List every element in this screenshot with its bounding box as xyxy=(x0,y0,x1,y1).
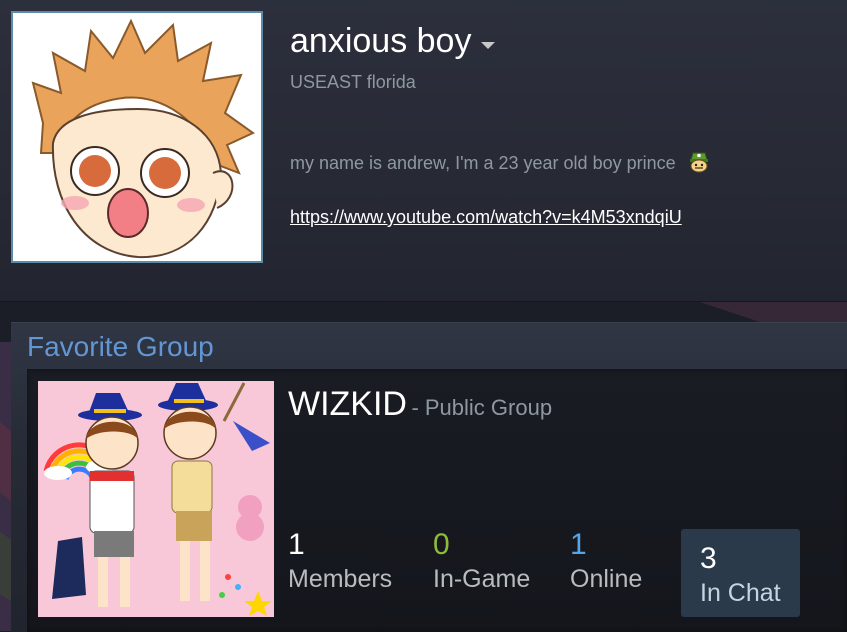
stat-in-game-label: In-Game xyxy=(433,565,531,593)
stat-in-game-count: 0 xyxy=(433,528,450,561)
stat-members-label: Members xyxy=(288,565,393,593)
profile-header: anxious boy USEAST florida my name is an… xyxy=(0,0,847,302)
profile-summary-text: my name is andrew, I'm a 23 year old boy… xyxy=(290,153,676,173)
stat-in-chat-label: In Chat xyxy=(700,579,781,607)
favorite-group-card: WIZKID - Public Group 1 Members 0 In-Gam… xyxy=(27,369,847,632)
wizard-kids-group-avatar-icon xyxy=(38,381,274,617)
stat-in-game: 0 In-Game xyxy=(433,527,530,617)
in-chat-button[interactable]: 3 In Chat xyxy=(681,529,800,617)
group-name-row: WIZKID - Public Group xyxy=(288,385,552,424)
anime-boy-avatar-icon xyxy=(13,13,261,261)
stat-online-count: 1 xyxy=(570,528,587,561)
profile-location: USEAST florida xyxy=(290,72,416,92)
green-hat-face-emoticon-icon xyxy=(687,151,711,173)
group-name-link[interactable]: WIZKID xyxy=(288,385,407,423)
group-type-label: - Public Group xyxy=(411,395,553,420)
stat-online-label: Online xyxy=(570,565,643,593)
stat-online: 1 Online xyxy=(570,527,642,617)
profile-avatar[interactable] xyxy=(11,11,263,263)
chevron-down-icon[interactable] xyxy=(481,41,496,49)
stat-members: 1 Members xyxy=(288,527,392,617)
stat-in-chat-count: 3 xyxy=(700,542,717,575)
persona-name[interactable]: anxious boy xyxy=(290,22,496,61)
favorite-group-section: Favorite Group WIZKID - Public Group 1 M… xyxy=(11,322,847,632)
persona-name-text: anxious boy xyxy=(290,22,472,60)
profile-summary: my name is andrew, I'm a 23 year old boy… xyxy=(290,151,711,175)
profile-summary-link[interactable]: https://www.youtube.com/watch?v=k4M53xnd… xyxy=(290,207,682,228)
group-avatar[interactable] xyxy=(38,381,274,617)
favorite-group-title: Favorite Group xyxy=(27,331,214,362)
stat-members-count: 1 xyxy=(288,528,305,561)
